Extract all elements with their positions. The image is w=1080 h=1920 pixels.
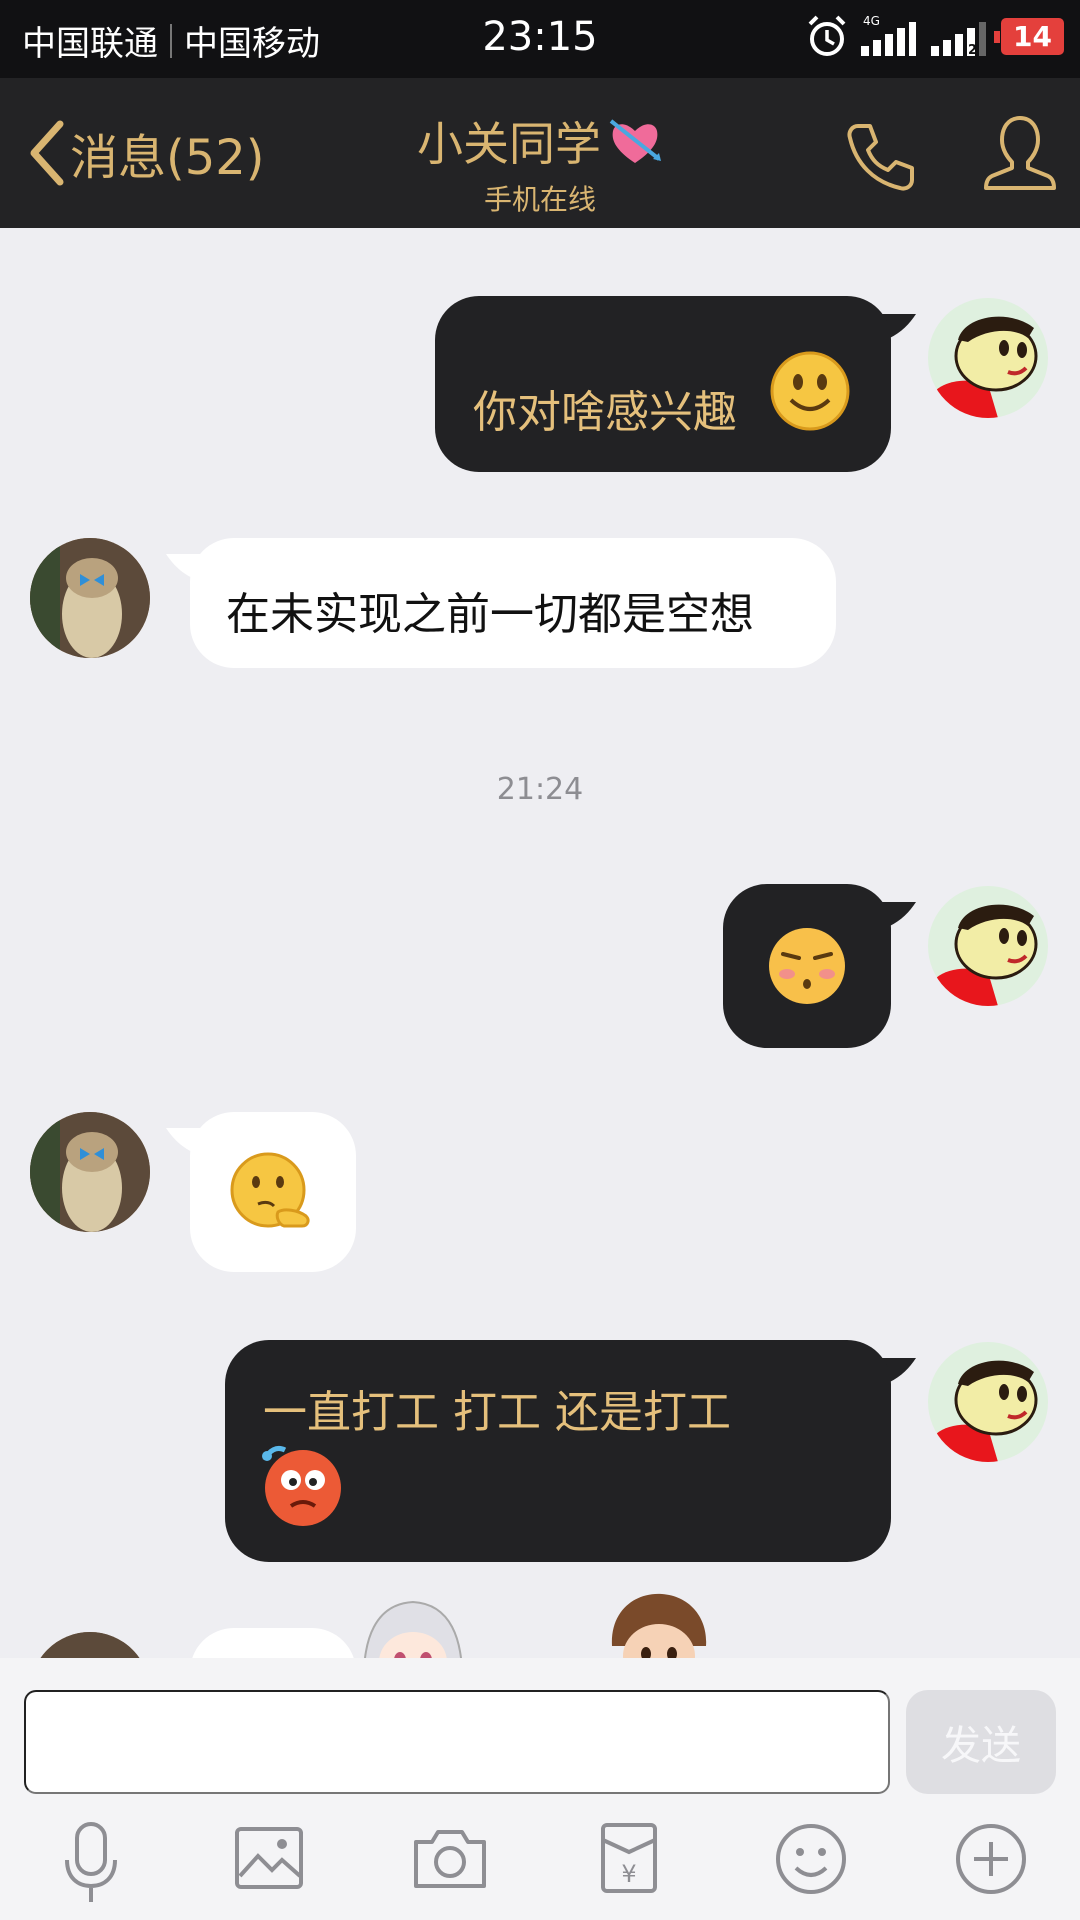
- red-packet-icon[interactable]: ¥: [600, 1822, 658, 1894]
- image-icon[interactable]: [234, 1826, 304, 1890]
- contact-avatar[interactable]: [30, 1112, 150, 1232]
- contact-avatar[interactable]: [30, 1632, 150, 1658]
- thinking-emoji: [230, 1152, 310, 1228]
- chat-title[interactable]: 小关同学 手机在线: [0, 108, 1080, 218]
- signal-icon: 4G: [861, 14, 917, 56]
- cartoon-boy-avatar-icon: [936, 904, 1038, 1006]
- girl-photo-avatar-icon: [30, 1112, 150, 1232]
- send-button[interactable]: 发送: [906, 1690, 1056, 1794]
- message-bubble-outgoing[interactable]: [723, 884, 891, 1048]
- contact-avatar[interactable]: [30, 538, 150, 658]
- status-bar: 中国联通 中国移动 23:15 4G 2 14: [0, 0, 1080, 78]
- message-bubble-incoming[interactable]: [190, 1112, 356, 1272]
- message-list[interactable]: 你对啥感兴趣 在未实现之前一切都是空想 21:24 一直打工 打工 还是打工: [0, 228, 1080, 1658]
- message-input[interactable]: [24, 1690, 890, 1794]
- girl-photo-avatar-icon: [30, 538, 150, 658]
- heart-arrow-icon: [609, 119, 661, 163]
- microphone-icon[interactable]: [58, 1820, 124, 1906]
- message-bubble-outgoing[interactable]: 你对啥感兴趣: [435, 296, 891, 472]
- contact-name: 小关同学: [417, 117, 601, 171]
- shocked-emoji: [262, 1445, 341, 1526]
- message-timestamp: 21:24: [496, 772, 584, 807]
- message-text: 在未实现之前一切都是空想: [226, 589, 754, 640]
- message-text: 一直打工 打工 还是打工: [263, 1387, 731, 1438]
- svg-text:¥: ¥: [621, 1860, 636, 1888]
- input-toolbar: ¥: [0, 1820, 1080, 1920]
- profile-icon[interactable]: [984, 112, 1056, 194]
- phone-icon[interactable]: [842, 118, 918, 194]
- online-status: 手机在线: [483, 183, 596, 216]
- message-text: 你对啥感兴趣: [473, 387, 737, 438]
- chat-header: 消息(52) 小关同学 手机在线: [0, 78, 1080, 228]
- girl-photo-avatar-icon: [30, 1632, 150, 1658]
- battery-icon: 14: [994, 17, 1064, 55]
- cartoon-boy-avatar-icon: [936, 316, 1038, 418]
- my-avatar[interactable]: [928, 298, 1048, 418]
- pout-emoji: [769, 928, 845, 1004]
- alarm-icon: [808, 15, 846, 56]
- smile-emoji: [770, 351, 850, 431]
- emoji-icon[interactable]: [774, 1822, 848, 1896]
- anime-girl-sticker-icon[interactable]: [356, 1598, 470, 1658]
- camera-icon[interactable]: [412, 1826, 488, 1890]
- my-avatar[interactable]: [928, 1342, 1048, 1462]
- my-avatar[interactable]: [928, 886, 1048, 1006]
- network-type-label: 4G: [863, 14, 880, 28]
- message-composer: 发送 ¥: [0, 1658, 1080, 1920]
- signal-icon-sim2: 2: [931, 22, 987, 58]
- cartoon-boy-avatar-icon: [936, 1360, 1038, 1462]
- anime-boy-sticker-icon[interactable]: [606, 1590, 712, 1658]
- message-bubble-incoming[interactable]: [190, 1628, 356, 1658]
- message-bubble-incoming[interactable]: 在未实现之前一切都是空想: [190, 538, 836, 668]
- status-icons: 4G 2 14: [807, 14, 1064, 58]
- message-bubble-outgoing[interactable]: 一直打工 打工 还是打工: [225, 1340, 891, 1562]
- plus-icon[interactable]: [954, 1822, 1028, 1896]
- sim-2-label: 2: [968, 43, 977, 58]
